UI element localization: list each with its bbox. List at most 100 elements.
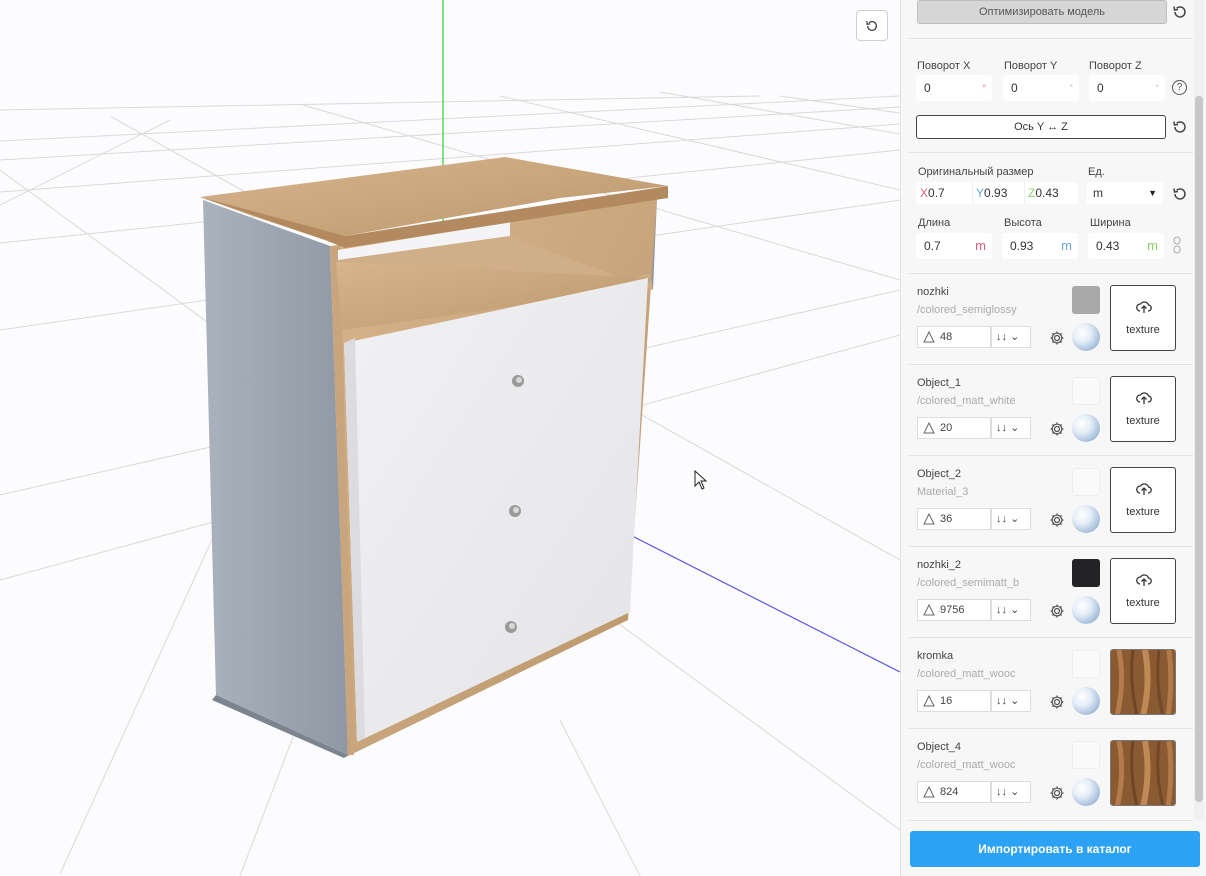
color-swatch[interactable]	[1072, 377, 1100, 405]
material-name: /colored_matt_white	[917, 395, 1016, 407]
height-label: Высота	[1004, 217, 1042, 229]
cloud-upload-icon	[1136, 483, 1152, 495]
triangle-icon	[923, 695, 935, 707]
gear-icon[interactable]	[1049, 603, 1065, 624]
color-swatch[interactable]	[1072, 286, 1100, 314]
sort-dropdown[interactable]: ↓↓ ⌄	[991, 326, 1031, 348]
mouse-cursor-icon	[694, 469, 708, 495]
upload-texture-button[interactable]: texture	[1110, 558, 1176, 624]
rotate-ccw-icon	[866, 20, 878, 31]
width-input[interactable]: 0.43 m	[1088, 233, 1164, 259]
color-swatch[interactable]	[1072, 468, 1100, 496]
upload-texture-button[interactable]: texture	[1110, 376, 1176, 442]
sort-dropdown[interactable]: ↓↓ ⌄	[991, 417, 1031, 439]
triangle-count: 9756	[917, 599, 991, 621]
texture-label: texture	[1126, 324, 1160, 336]
material-preview-sphere[interactable]	[1072, 596, 1100, 624]
scene-canvas[interactable]	[0, 0, 900, 876]
color-swatch[interactable]	[1072, 650, 1100, 678]
reset-optimize-icon[interactable]	[1171, 3, 1189, 21]
material-name: Material_3	[917, 486, 969, 498]
triangle-count: 824	[917, 781, 991, 803]
sort-dropdown[interactable]: ↓↓ ⌄	[991, 781, 1031, 803]
divider	[909, 152, 1193, 153]
color-swatch[interactable]	[1072, 559, 1100, 587]
upload-texture-button[interactable]: texture	[1110, 467, 1176, 533]
triangle-icon	[923, 604, 935, 616]
axis-swap-button[interactable]: Ось Y ↔ Z	[916, 115, 1166, 139]
material-name: /colored_matt_wooc	[917, 759, 1016, 771]
rotation-y-label: Поворот Y	[1004, 60, 1058, 72]
chevron-down-icon: ⌄	[1010, 331, 1020, 343]
3d-viewport[interactable]	[0, 0, 900, 876]
import-to-catalog-button[interactable]: Импортировать в каталог	[910, 831, 1200, 867]
cloud-upload-icon	[1136, 574, 1152, 586]
original-x-value: 0.7	[928, 186, 945, 200]
gear-icon[interactable]	[1049, 785, 1065, 806]
gear-icon[interactable]	[1049, 421, 1065, 442]
texture-label: texture	[1126, 415, 1160, 427]
material-name: /colored_matt_wooc	[917, 668, 1016, 680]
material-row: Object_1 /colored_matt_white 20 ↓↓ ⌄ tex…	[909, 364, 1193, 455]
reset-view-button[interactable]	[856, 10, 888, 41]
units-select[interactable]: m ▼	[1087, 182, 1163, 204]
material-preview-sphere[interactable]	[1072, 505, 1100, 533]
help-icon[interactable]: ?	[1172, 80, 1187, 95]
length-input[interactable]: 0.7 m	[916, 233, 992, 259]
divider	[909, 820, 1193, 821]
material-object-name: Object_2	[917, 468, 962, 480]
triangle-icon	[923, 422, 935, 434]
triangle-icon	[923, 331, 935, 343]
scrollbar-thumb[interactable]	[1195, 96, 1203, 802]
original-y-value: 0.93	[984, 186, 1008, 200]
texture-thumbnail[interactable]	[1110, 740, 1176, 806]
rotation-z-input[interactable]: 0 °	[1089, 75, 1165, 101]
material-object-name: nozhki	[917, 286, 949, 298]
material-object-name: Object_4	[917, 741, 962, 753]
sort-dropdown[interactable]: ↓↓ ⌄	[991, 690, 1031, 712]
rotation-x-label: Поворот X	[917, 60, 971, 72]
material-row: Object_4 /colored_matt_wooc 824 ↓↓ ⌄	[909, 728, 1193, 819]
triangle-count: 16	[917, 690, 991, 712]
reset-rotation-icon[interactable]	[1171, 118, 1189, 136]
material-preview-sphere[interactable]	[1072, 778, 1100, 806]
reset-size-icon[interactable]	[1171, 185, 1189, 203]
rotation-x-input[interactable]: 0 °	[916, 75, 992, 101]
color-swatch[interactable]	[1072, 741, 1100, 769]
material-object-name: nozhki_2	[917, 559, 962, 571]
chevron-down-icon: ⌄	[1010, 604, 1020, 616]
cloud-upload-icon	[1136, 392, 1152, 404]
texture-thumbnail[interactable]	[1110, 649, 1176, 715]
material-preview-sphere[interactable]	[1072, 414, 1100, 442]
chevron-down-icon: ⌄	[1010, 513, 1020, 525]
units-label: Ед.	[1088, 166, 1105, 178]
triangle-icon	[923, 786, 935, 798]
gear-icon[interactable]	[1049, 512, 1065, 533]
material-row: nozhki_2 /colored_semimatt_b 9756 ↓↓ ⌄ t…	[909, 546, 1193, 637]
material-row: nozhki /colored_semiglossy 48 ↓↓ ⌄ textu…	[909, 273, 1193, 364]
optimize-model-button[interactable]: Оптимизировать модель	[917, 0, 1167, 24]
cabinet-model	[200, 157, 668, 758]
original-size-values: X0.7 Y0.93 Z0.43	[916, 182, 1078, 204]
rotation-y-input[interactable]: 0 °	[1003, 75, 1079, 101]
gear-icon[interactable]	[1049, 330, 1065, 351]
rotation-z-label: Поворот Z	[1089, 60, 1142, 72]
material-object-name: Object_1	[917, 377, 962, 389]
link-proportions-icon[interactable]	[1173, 236, 1181, 259]
panel-scrollbar[interactable]	[1194, 0, 1204, 820]
sort-dropdown[interactable]: ↓↓ ⌄	[991, 599, 1031, 621]
material-object-name: kromka	[917, 650, 954, 662]
material-preview-sphere[interactable]	[1072, 687, 1100, 715]
cloud-upload-icon	[1136, 301, 1152, 313]
upload-texture-button[interactable]: texture	[1110, 285, 1176, 351]
original-size-label: Оригинальный размер	[918, 166, 1034, 178]
sort-dropdown[interactable]: ↓↓ ⌄	[991, 508, 1031, 530]
divider	[909, 38, 1193, 39]
triangle-count: 20	[917, 417, 991, 439]
caret-down-icon: ▼	[1148, 188, 1157, 198]
height-input[interactable]: 0.93 m	[1002, 233, 1078, 259]
width-label: Ширина	[1090, 217, 1131, 229]
gear-icon[interactable]	[1049, 694, 1065, 715]
texture-label: texture	[1126, 597, 1160, 609]
material-preview-sphere[interactable]	[1072, 323, 1100, 351]
